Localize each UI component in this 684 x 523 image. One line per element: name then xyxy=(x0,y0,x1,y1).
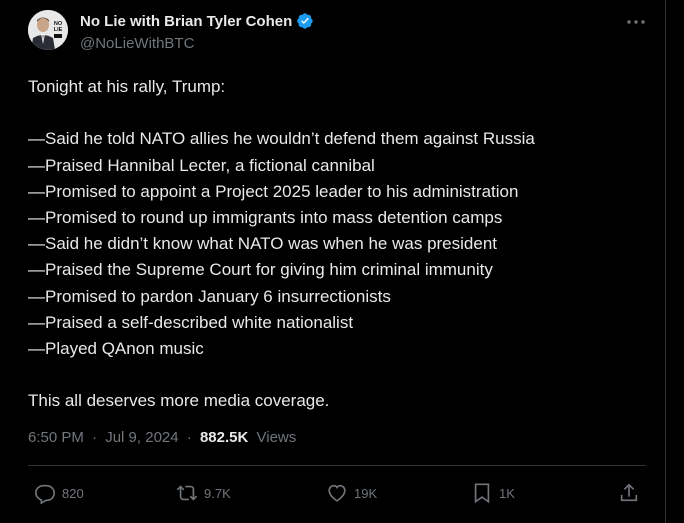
tweet-list-item: —Played QAnon music xyxy=(28,338,204,358)
tweet-list-item: —Promised to pardon January 6 insurrecti… xyxy=(28,286,391,306)
tweet-meta: 6:50 PM · Jul 9, 2024 · 882.5K Views xyxy=(28,429,296,446)
reply-icon xyxy=(35,484,55,504)
meta-separator: · xyxy=(186,429,192,446)
repost-button[interactable]: 9.7K xyxy=(176,480,231,506)
tweet-list-item: —Promised to round up immigrants into ma… xyxy=(28,207,503,227)
like-count: 19K xyxy=(354,485,378,501)
verified-badge-icon[interactable] xyxy=(296,12,314,30)
reply-button[interactable]: 820 xyxy=(34,480,84,506)
tweet-list-item: —Said he told NATO allies he wouldn’t de… xyxy=(28,129,535,149)
repost-count: 9.7K xyxy=(204,485,231,501)
author-avatar[interactable]: NO LIE xyxy=(28,10,68,50)
more-horizontal-icon xyxy=(627,20,645,24)
bookmark-icon xyxy=(474,483,490,504)
tweet-list-item: —Praised the Supreme Court for giving hi… xyxy=(28,260,493,280)
tweet-text: Tonight at his rally, Trump: —Said he to… xyxy=(28,74,648,414)
scrollbar[interactable] xyxy=(667,0,684,523)
meta-separator: · xyxy=(92,429,98,446)
tweet-intro: Tonight at his rally, Trump: xyxy=(28,77,226,96)
tweet-closing: This all deserves more media coverage. xyxy=(28,391,330,411)
bookmark-count: 1K xyxy=(499,485,515,501)
author-name-row[interactable]: No Lie with Brian Tyler Cohen xyxy=(80,12,314,30)
tweet-list-item: —Promised to appoint a Project 2025 lead… xyxy=(28,181,519,201)
tweet-list-item: —Praised Hannibal Lecter, a fictional ca… xyxy=(28,155,375,175)
tweet-date[interactable]: Jul 9, 2024 xyxy=(105,429,178,446)
tweet-card: NO LIE No Lie with Brian Tyler Cohen @No… xyxy=(0,0,666,523)
author-handle[interactable]: @NoLieWithBTC xyxy=(80,35,194,52)
bookmark-button[interactable]: 1K xyxy=(471,480,515,506)
views-label: Views xyxy=(256,429,297,446)
tweet-list-item: —Said he didn’t know what NATO was when … xyxy=(28,234,498,254)
tweet-list-item: —Praised a self-described white national… xyxy=(28,312,354,332)
divider xyxy=(28,465,646,466)
scrollbar-thumb[interactable] xyxy=(672,0,679,523)
more-options-button[interactable] xyxy=(622,10,650,34)
share-button[interactable] xyxy=(618,480,640,506)
heart-icon xyxy=(328,484,346,502)
action-bar: 820 9.7K 19K 1K xyxy=(28,480,646,506)
views-count[interactable]: 882.5K xyxy=(200,429,248,446)
reply-count: 820 xyxy=(62,485,84,501)
repost-icon xyxy=(176,485,198,501)
share-icon xyxy=(620,483,638,502)
avatar-image: NO LIE xyxy=(28,10,68,50)
tweet-time[interactable]: 6:50 PM xyxy=(28,429,84,446)
like-button[interactable]: 19K xyxy=(326,480,377,506)
author-name[interactable]: No Lie with Brian Tyler Cohen xyxy=(80,13,292,30)
svg-text:LIE: LIE xyxy=(54,27,63,33)
